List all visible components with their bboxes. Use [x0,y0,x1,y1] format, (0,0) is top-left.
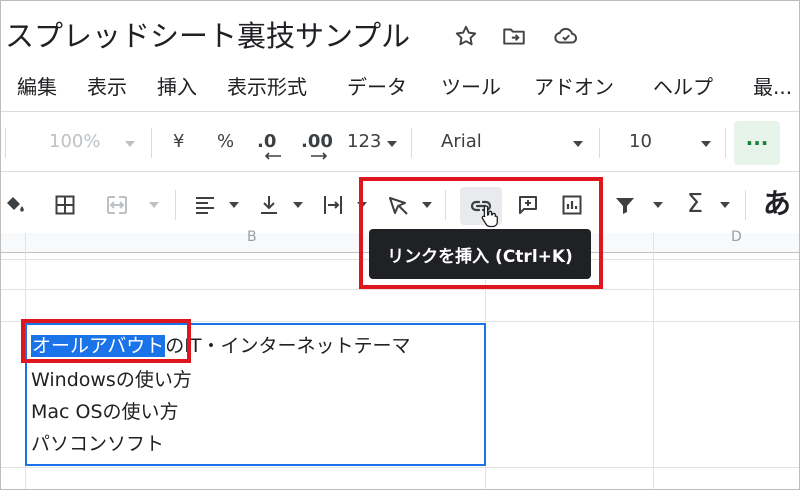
spreadsheet-window: スプレッドシート裏技サンプル 編集 表示 挿入 表示形式 データ ツール アドオ… [0,0,800,490]
fill-color-icon[interactable] [1,191,29,219]
menu-help[interactable]: ヘルプ [653,71,713,100]
functions-symbol: Σ [686,189,704,219]
percent-format-button[interactable]: % [217,131,234,152]
menu-tools[interactable]: ツール [441,71,501,100]
column-header-d[interactable]: D [731,229,742,245]
font-size-select[interactable]: 10 [629,131,652,152]
vertical-align-icon[interactable] [255,191,283,219]
toolbar-separator [5,128,6,158]
star-icon[interactable] [453,23,479,49]
filter-caret-icon [653,202,663,208]
arrow-left-icon [264,152,281,160]
menu-bar: 編集 表示 挿入 表示形式 データ ツール アドオン ヘルプ 最... [1,63,799,107]
input-tools-icon[interactable]: あ [759,187,795,221]
font-select[interactable]: Arial [441,131,482,152]
move-folder-icon[interactable] [501,23,527,49]
functions-caret-icon [720,202,730,208]
menu-view[interactable]: 表示 [87,71,127,100]
arrow-right-icon [311,152,328,160]
toolbar-separator [725,128,726,158]
zoom-select[interactable]: 100% [49,131,100,152]
filter-icon[interactable] [611,191,639,219]
horizontal-align-icon[interactable] [191,191,219,219]
toolbar-separator [175,190,176,220]
toolbar-separator [599,128,600,158]
borders-icon[interactable] [51,191,79,219]
column-header-b[interactable]: B [247,229,257,245]
menu-format[interactable]: 表示形式 [227,71,307,100]
valign-caret-icon [293,202,303,208]
decimal-decrease-button[interactable]: .0 [257,131,276,152]
menu-insert[interactable]: 挿入 [157,71,197,100]
cell-line-4[interactable]: パソコンソフト [31,429,164,456]
font-size-caret-icon [701,141,711,147]
more-formats-button[interactable]: 123 [347,131,381,152]
halign-caret-icon [229,202,239,208]
selection-highlight-box [21,319,191,363]
font-caret-icon [573,141,583,147]
toolbar-divider [1,171,799,172]
text-wrap-icon[interactable] [319,191,347,219]
input-tools-glyph: あ [762,187,791,220]
decimal-increase-button[interactable]: .00 [301,131,333,152]
document-title[interactable]: スプレッドシート裏技サンプル [5,13,410,55]
zoom-caret-icon [125,141,135,147]
menu-data[interactable]: データ [347,71,407,100]
merge-cells-icon[interactable] [103,191,131,219]
merge-caret-icon [149,202,159,208]
functions-icon[interactable]: Σ [681,189,709,219]
toolbar-separator [411,128,412,158]
menu-divider [1,111,799,112]
toolbar-separator [745,190,746,220]
toolbar-format [1,117,799,169]
menu-addons[interactable]: アドオン [534,71,614,100]
title-bar: スプレッドシート裏技サンプル [1,1,799,63]
menu-last-edit[interactable]: 最... [753,71,792,100]
grid-row-line [1,467,799,468]
menu-edit[interactable]: 編集 [17,71,57,100]
cell-line-2[interactable]: Windowsの使い方 [31,365,192,392]
more-formats-caret-icon [387,141,397,147]
toolbar-highlight-box [359,177,603,289]
toolbar-separator [151,128,152,158]
cloud-status-icon[interactable] [553,23,579,49]
cell-line-1-rest: のIT・インターネットテーマ [165,335,411,357]
currency-format-button[interactable]: ¥ [173,131,184,152]
more-options-label: ··· [745,131,769,155]
cell-line-3[interactable]: Mac OSの使い方 [31,397,179,424]
grid-row-line [1,289,799,290]
grid-col-line [653,233,654,489]
more-options-button[interactable]: ··· [734,121,780,165]
